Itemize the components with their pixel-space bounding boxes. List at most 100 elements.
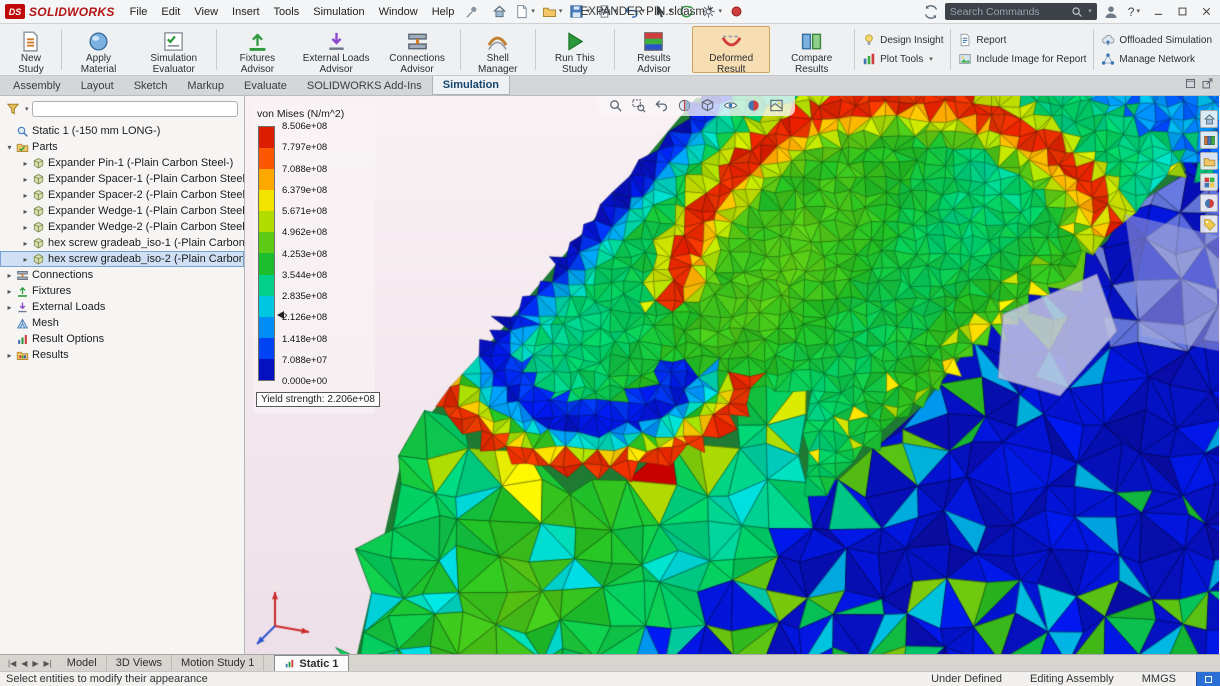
ribbon-compare-results[interactable]: Compare Results — [772, 26, 851, 73]
ribbon-deformed-result[interactable]: Deformed Result — [692, 26, 770, 73]
sheet-nav-3[interactable]: ▶| — [42, 659, 54, 668]
tree-item-mesh[interactable]: Mesh — [0, 315, 244, 331]
bottom-tab-motion-study-1[interactable]: Motion Study 1 — [172, 655, 264, 671]
taskpane-tp-home[interactable] — [1200, 110, 1218, 128]
menu-file[interactable]: File — [123, 3, 155, 21]
expand-arrow-icon[interactable]: ▸ — [20, 207, 31, 216]
ribbon-include-image-for-report[interactable]: Include Image for Report — [958, 52, 1086, 66]
panel-toggle-button[interactable] — [1196, 672, 1220, 686]
sync-icon[interactable] — [923, 4, 939, 20]
tree-item-expander-pin-1-plain-carbon-steel[interactable]: ▸Expander Pin-1 (-Plain Carbon Steel-) — [0, 155, 244, 171]
expand-arrow-icon[interactable]: ▸ — [4, 303, 15, 312]
ribbon-offloaded-simulation[interactable]: Offloaded Simulation — [1101, 33, 1212, 47]
tree-item-external-loads[interactable]: ▸External Loads — [0, 299, 244, 315]
viewport-pane-max-button[interactable] — [1184, 77, 1197, 93]
view-tool-zoom-area[interactable] — [631, 98, 646, 113]
expand-arrow-icon[interactable]: ▸ — [4, 351, 15, 360]
filter-funnel-icon[interactable] — [6, 102, 20, 116]
view-tool-appearance[interactable] — [746, 98, 761, 113]
tree-item-hex-screw-gradeab-iso-1-plain-carbon-steel[interactable]: ▸hex screw gradeab_iso-1 (-Plain Carbon … — [0, 235, 244, 251]
window-close-button[interactable] — [1197, 4, 1215, 20]
expand-arrow-icon[interactable]: ▸ — [20, 223, 31, 232]
ribbon-design-insight[interactable]: Design Insight — [862, 33, 943, 47]
ribbon-manage-network[interactable]: Manage Network — [1101, 52, 1212, 66]
menu-help[interactable]: Help — [425, 3, 462, 21]
expand-arrow-icon[interactable]: ▸ — [20, 191, 31, 200]
viewport-pane-float-button[interactable] — [1201, 77, 1214, 93]
view-tool-zoom-fit[interactable] — [608, 98, 623, 113]
ribbon-apply-material[interactable]: Apply Material — [65, 26, 132, 73]
tab-assembly[interactable]: Assembly — [3, 77, 71, 95]
sheet-nav-0[interactable]: |◀ — [6, 659, 18, 668]
tree-item-expander-wedge-1-plain-carbon-steel[interactable]: ▸Expander Wedge-1 (-Plain Carbon Steel-) — [0, 203, 244, 219]
menu-insert[interactable]: Insert — [225, 3, 267, 21]
ribbon-connections-advisor[interactable]: Connections Advisor▾ — [378, 26, 457, 73]
help-button[interactable]: ?▾ — [1125, 5, 1143, 19]
tree-filter-field[interactable] — [32, 101, 238, 117]
expand-arrow-icon[interactable]: ▸ — [20, 239, 31, 248]
view-tool-prev-view[interactable] — [654, 98, 669, 113]
tree-item-result-options[interactable]: Result Options — [0, 331, 244, 347]
taskpane-tp-props[interactable] — [1200, 215, 1218, 233]
ribbon-plot-tools[interactable]: Plot Tools▾ — [862, 52, 943, 66]
view-tool-display-style[interactable] — [700, 98, 715, 113]
status-mmgs[interactable]: MMGS — [1142, 673, 1176, 685]
command-search[interactable]: Search Commands▾ — [945, 3, 1097, 20]
tree-item-expander-spacer-1-plain-carbon-steel[interactable]: ▸Expander Spacer-1 (-Plain Carbon Steel-… — [0, 171, 244, 187]
bottom-tab-3d-views[interactable]: 3D Views — [107, 655, 172, 671]
tab-simulation[interactable]: Simulation — [432, 76, 510, 95]
tree-item-hex-screw-gradeab-iso-2-plain-carbon-steel[interactable]: ▸hex screw gradeab_iso-2 (-Plain Carbon … — [0, 251, 244, 267]
tab-evaluate[interactable]: Evaluate — [234, 77, 297, 95]
ribbon-fixtures-advisor[interactable]: Fixtures Advisor▾ — [220, 26, 295, 73]
ribbon-shell-manager[interactable]: Shell Manager — [463, 26, 532, 73]
tree-item-static-1-150-mm-long[interactable]: Static 1 (-150 mm LONG-) — [0, 123, 244, 139]
tree-item-expander-wedge-2-plain-carbon-steel[interactable]: ▸Expander Wedge-2 (-Plain Carbon Steel-) — [0, 219, 244, 235]
ribbon-simulation-evaluator[interactable]: Simulation Evaluator — [134, 26, 213, 73]
filter-caret-icon[interactable]: ▾ — [25, 106, 29, 113]
tab-markup[interactable]: Markup — [177, 77, 234, 95]
menu-simulation[interactable]: Simulation — [306, 3, 371, 21]
expand-arrow-icon[interactable]: ▸ — [4, 271, 15, 280]
menu-pin-icon[interactable] — [465, 5, 479, 19]
view-tool-scene[interactable] — [769, 98, 784, 113]
ribbon-new-study[interactable]: New Study▾ — [4, 26, 58, 73]
tool-new-doc[interactable]: ▾ — [511, 2, 538, 21]
taskpane-tp-palette[interactable] — [1200, 173, 1218, 191]
view-tool-hide-show[interactable] — [723, 98, 738, 113]
expand-arrow-icon[interactable]: ▸ — [20, 159, 31, 168]
graphics-viewport[interactable] — [245, 96, 1219, 654]
ribbon-report[interactable]: Report — [958, 33, 1086, 47]
sheet-nav-2[interactable]: ▶ — [30, 659, 40, 668]
tree-item-fixtures[interactable]: ▸Fixtures — [0, 283, 244, 299]
tab-layout[interactable]: Layout — [71, 77, 124, 95]
tree-item-results[interactable]: ▸Results — [0, 347, 244, 363]
tree-item-connections[interactable]: ▸Connections — [0, 267, 244, 283]
tool-home[interactable] — [489, 2, 510, 21]
bottom-tab-model[interactable]: Model — [58, 655, 107, 671]
tab-solidworks-add-ins[interactable]: SOLIDWORKS Add-Ins — [297, 77, 432, 95]
ribbon-results-advisor[interactable]: Results Advisor▾ — [618, 26, 691, 73]
view-tool-section[interactable] — [677, 98, 692, 113]
taskpane-tp-folder[interactable] — [1200, 152, 1218, 170]
taskpane-tp-appearance[interactable] — [1200, 194, 1218, 212]
expand-arrow-icon[interactable]: ▸ — [20, 255, 31, 264]
tree-item-expander-spacer-2-plain-carbon-steel[interactable]: ▸Expander Spacer-2 (-Plain Carbon Steel-… — [0, 187, 244, 203]
window-minimize-button[interactable] — [1149, 4, 1167, 20]
tool-record[interactable] — [726, 2, 747, 21]
expand-arrow-icon[interactable]: ▸ — [4, 287, 15, 296]
menu-view[interactable]: View — [187, 3, 225, 21]
menu-edit[interactable]: Edit — [154, 3, 187, 21]
tool-open[interactable]: ▾ — [539, 2, 566, 21]
taskpane-tp-library[interactable] — [1200, 131, 1218, 149]
ribbon-external-loads-advisor[interactable]: External Loads Advisor▾ — [297, 26, 376, 73]
ribbon-run-this-study[interactable]: Run This Study▾ — [539, 26, 611, 73]
user-icon[interactable] — [1103, 4, 1119, 20]
window-maximize-button[interactable] — [1173, 4, 1191, 20]
menu-tools[interactable]: Tools — [267, 3, 307, 21]
bottom-tab-static-1[interactable]: Static 1 — [274, 655, 348, 671]
menu-window[interactable]: Window — [372, 3, 425, 21]
tab-sketch[interactable]: Sketch — [124, 77, 178, 95]
expand-arrow-icon[interactable]: ▾ — [4, 143, 15, 152]
expand-arrow-icon[interactable]: ▸ — [20, 175, 31, 184]
sheet-nav-1[interactable]: ◀ — [19, 659, 29, 668]
